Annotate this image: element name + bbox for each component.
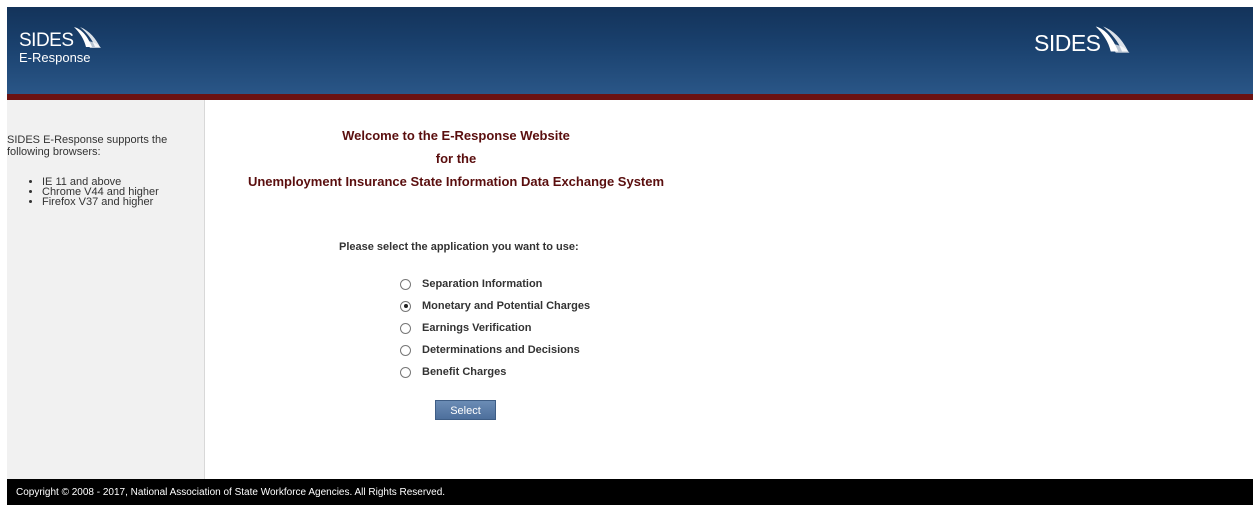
sides-swoosh-icon xyxy=(74,27,101,48)
option-determinations-and-decisions[interactable]: Determinations and Decisions xyxy=(400,342,580,358)
sides-swoosh-icon xyxy=(1095,26,1130,53)
option-label[interactable]: Separation Information xyxy=(422,278,542,290)
radio-button[interactable] xyxy=(400,366,411,378)
option-label[interactable]: Benefit Charges xyxy=(422,366,506,378)
copyright-text: Copyright © 2008 - 2017, National Associ… xyxy=(16,487,446,498)
option-label[interactable]: Monetary and Potential Charges xyxy=(422,300,590,312)
radio-button-selected[interactable] xyxy=(400,300,411,312)
sides-e-response-logo: SIDES E-Response xyxy=(19,27,101,65)
radio-button[interactable] xyxy=(400,322,411,334)
welcome-heading: Welcome to the E-Response Website xyxy=(342,128,570,143)
browser-list: IE 11 and above Chrome V44 and higher Fi… xyxy=(7,177,159,208)
application-prompt: Please select the application you want t… xyxy=(339,241,579,253)
radio-button[interactable] xyxy=(400,344,411,356)
option-label[interactable]: Earnings Verification xyxy=(422,322,531,334)
option-label[interactable]: Determinations and Decisions xyxy=(422,344,580,356)
logo-subtitle: E-Response xyxy=(19,50,91,65)
copyright-footer: Copyright © 2008 - 2017, National Associ… xyxy=(7,479,1253,505)
browser-support-sidebar: SIDES E-Response supports the following … xyxy=(7,100,205,479)
option-monetary-and-potential-charges[interactable]: Monetary and Potential Charges xyxy=(400,298,590,314)
option-earnings-verification[interactable]: Earnings Verification xyxy=(400,320,531,336)
browser-support-intro: SIDES E-Response supports the following … xyxy=(7,134,168,158)
radio-button[interactable] xyxy=(400,278,411,290)
system-name-heading: Unemployment Insurance State Information… xyxy=(247,174,665,189)
option-separation-information[interactable]: Separation Information xyxy=(400,276,542,292)
site-header: SIDES E-Response SIDES xyxy=(7,7,1253,94)
logo-right-brand: SIDES xyxy=(1034,30,1101,56)
page-frame: SIDES E-Response SIDES SIDES E-Response … xyxy=(7,7,1253,505)
sides-logo-right: SIDES xyxy=(1034,26,1130,56)
select-button[interactable]: Select xyxy=(435,400,496,420)
welcome-subheading: for the xyxy=(435,151,477,166)
option-benefit-charges[interactable]: Benefit Charges xyxy=(400,364,506,380)
browser-list-item: Firefox V37 and higher xyxy=(42,197,159,208)
